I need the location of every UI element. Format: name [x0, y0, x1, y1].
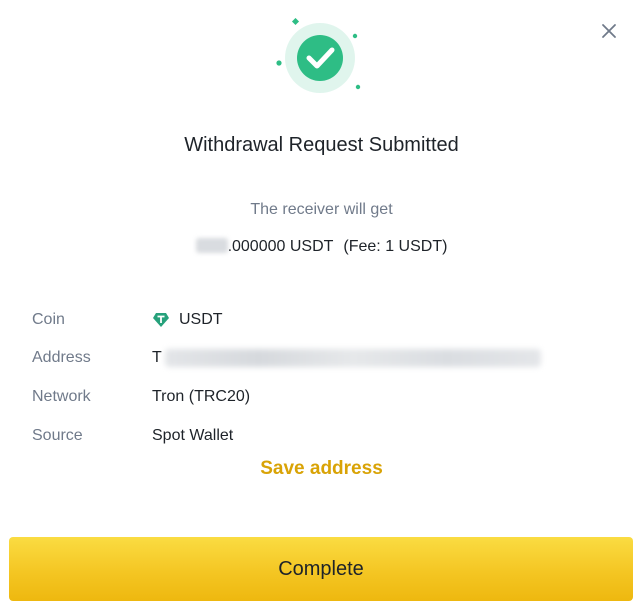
close-button[interactable]: [598, 20, 620, 42]
receiver-text: The receiver will get: [250, 201, 393, 218]
address-label: Address: [32, 349, 91, 366]
complete-button[interactable]: Complete: [9, 537, 633, 601]
detail-row-coin: Coin USDT: [32, 311, 632, 333]
receive-amount: .000000 USDT (Fee: 1 USDT): [0, 238, 639, 256]
success-check-icon: [276, 17, 361, 93]
network-value: Tron (TRC20): [152, 388, 251, 405]
amount-redaction: [195, 238, 228, 253]
success-badge: [270, 17, 370, 98]
address-prefix: T: [152, 349, 162, 366]
coin-value-text: USDT: [179, 311, 223, 328]
amount-value: .000000 USDT: [227, 238, 334, 255]
coin-value: USDT: [152, 311, 223, 329]
detail-row-source: Source Spot Wallet: [32, 427, 632, 449]
detail-row-address: Address T: [32, 349, 632, 371]
fee-text: (Fee: 1 USDT): [343, 238, 448, 255]
close-icon: [602, 24, 616, 38]
network-label: Network: [32, 388, 91, 405]
source-value: Spot Wallet: [152, 427, 234, 444]
tether-diamond-icon: [153, 313, 169, 327]
detail-row-network: Network Tron (TRC20): [32, 388, 632, 410]
source-label: Source: [32, 427, 83, 444]
coin-label: Coin: [32, 311, 65, 328]
address-value: T: [152, 349, 541, 367]
dialog-title: Withdrawal Request Submitted: [184, 134, 459, 156]
save-address-link[interactable]: Save address: [0, 458, 639, 480]
address-redaction: [164, 349, 541, 367]
